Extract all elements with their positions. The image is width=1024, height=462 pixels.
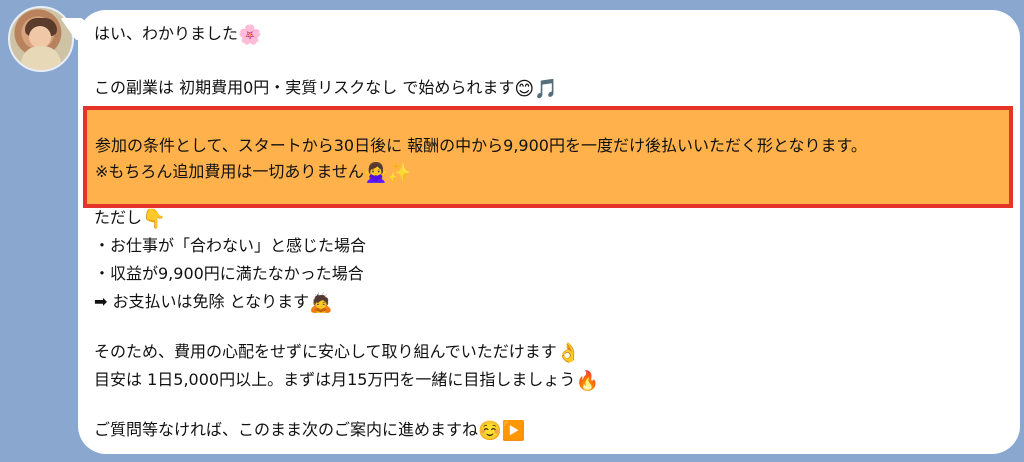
line-text: ※もちろん追加費用は一切ありません <box>95 162 364 181</box>
ok-hand-icon: 👌 <box>556 342 581 364</box>
message-line: ➡ お支払いは免除 となります🙇 <box>94 290 333 315</box>
avatar-shirt <box>21 46 61 70</box>
fire-icon: 🔥 <box>575 370 600 392</box>
blossom-icon: 🌸 <box>238 24 262 46</box>
bow-icon: 🙇 <box>309 292 333 314</box>
sparkles-icon: ✨ <box>387 162 412 184</box>
message-line: この副業は 初期費用0円・実質リスクなし で始められます😊🎵 <box>94 76 558 101</box>
line-text: はい、わかりました <box>94 24 239 43</box>
point-down-icon: 👇 <box>142 208 166 230</box>
message-line: 参加の条件として、スタートから30日後に 報酬の中から9,900円を一度だけ後払… <box>95 134 867 158</box>
message-line: ・収益が9,900円に満たなかった場合 <box>94 262 364 286</box>
line-text: ➡ お支払いは免除 となります <box>94 292 310 311</box>
line-text: ただし <box>94 208 143 227</box>
line-text: 参加の条件として、スタートから30日後に 報酬の中から9,900円を一度だけ後払… <box>95 136 867 155</box>
line-text: この副業は 初期費用0円・実質リスクなし で始められます <box>94 78 515 97</box>
message-bubble[interactable]: はい、わかりました🌸 この副業は 初期費用0円・実質リスクなし で始められます😊… <box>78 10 1020 454</box>
play-button-icon: ▶️ <box>501 420 526 442</box>
line-text: そのため、費用の心配をせずに安心して取り組んでいただけます <box>94 342 557 361</box>
relieved-face-icon: ☺️ <box>478 420 502 442</box>
line-text: ご質問等なければ、このまま次のご案内に進めますね <box>94 420 479 439</box>
sender-avatar[interactable] <box>8 6 74 72</box>
line-text: ・収益が9,900円に満たなかった場合 <box>94 264 364 283</box>
person-gesturing-icon: 🙅‍♀️ <box>363 162 388 184</box>
line-text: ・お仕事が「合わない」と感じた場合 <box>94 236 367 255</box>
message-line: ※もちろん追加費用は一切ありません🙅‍♀️✨ <box>95 160 411 185</box>
message-line: そのため、費用の心配をせずに安心して取り組んでいただけます👌 <box>94 340 580 365</box>
avatar-face <box>29 26 51 48</box>
highlight-box: 参加の条件として、スタートから30日後に 報酬の中から9,900円を一度だけ後払… <box>83 106 1013 208</box>
smile-icon: 😊 <box>514 78 535 100</box>
message-line: ・お仕事が「合わない」と感じた場合 <box>94 234 366 258</box>
message-line: 目安は 1日5,000円以上。まずは月15万円を一緒に目指しましょう🔥 <box>94 368 599 393</box>
message-line: はい、わかりました🌸 <box>94 22 262 47</box>
line-text: 目安は 1日5,000円以上。まずは月15万円を一緒に目指しましょう <box>94 370 576 389</box>
message-line: ご質問等なければ、このまま次のご案内に進めますね☺️▶️ <box>94 418 525 443</box>
message-line: ただし👇 <box>94 206 166 231</box>
music-note-icon: 🎵 <box>534 78 558 100</box>
